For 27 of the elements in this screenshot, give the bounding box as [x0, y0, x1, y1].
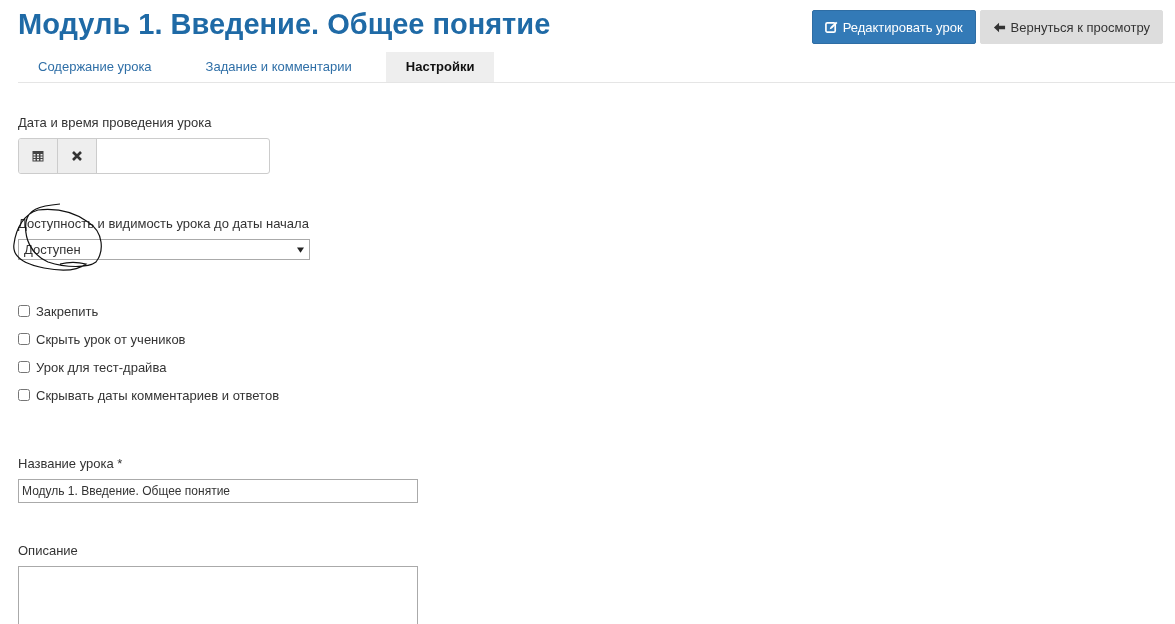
date-field[interactable]: [18, 138, 270, 174]
clear-button[interactable]: [58, 139, 97, 173]
description-field[interactable]: [18, 566, 418, 624]
checkbox[interactable]: [18, 389, 30, 401]
page-title: Модуль 1. Введение. Общее понятие: [18, 8, 551, 41]
back-button[interactable]: Вернуться к просмотру: [979, 10, 1163, 44]
close-icon: [71, 150, 83, 162]
checkbox[interactable]: [18, 333, 30, 345]
checkbox-label[interactable]: Урок для тест-драйва: [36, 359, 167, 375]
field-label: Название урока *: [18, 456, 124, 471]
field-label: Дата и время проведения урока: [18, 115, 213, 130]
checkbox-label[interactable]: Закрепить: [36, 303, 99, 319]
calendar-button[interactable]: [19, 139, 58, 173]
caret-icon: [297, 246, 304, 253]
calendar-icon: [32, 150, 44, 162]
tab[interactable]: Содержание урока: [18, 52, 172, 82]
lesson-name-field[interactable]: Модуль 1. Введение. Общее понятие: [18, 479, 418, 503]
edit-icon: [824, 20, 838, 34]
checkbox[interactable]: [18, 361, 30, 373]
edit-lesson-button[interactable]: Редактировать урок: [811, 10, 976, 44]
field-label: Описание: [18, 543, 79, 558]
checkbox-label[interactable]: Скрывать даты комментариев и ответов: [36, 387, 280, 403]
tab[interactable]: Настройки: [385, 52, 495, 82]
checkbox-label[interactable]: Скрыть урок от учеников: [36, 331, 186, 347]
arrow-left-icon: [992, 20, 1006, 34]
checkbox[interactable]: [18, 305, 30, 317]
tab[interactable]: Задание и комментарии: [185, 52, 372, 82]
